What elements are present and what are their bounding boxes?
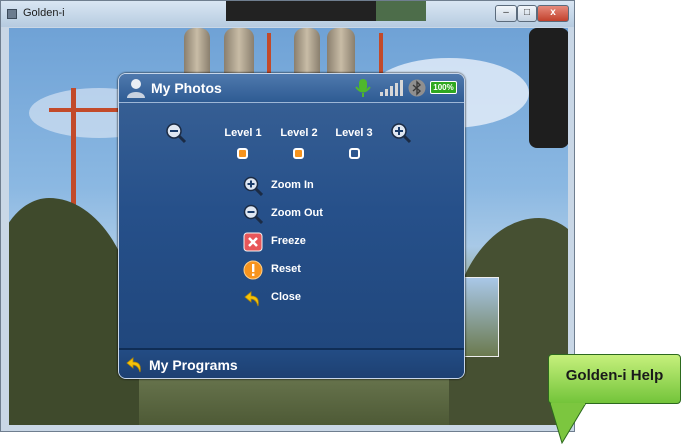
zoom-out-icon: [243, 204, 263, 224]
golden-i-help-button[interactable]: Golden-i Help: [548, 354, 681, 404]
battery-indicator: 100%: [430, 81, 457, 94]
window-title: Golden-i: [23, 7, 65, 19]
freeze-menu-item[interactable]: Freeze: [243, 232, 383, 254]
level-1-checkbox[interactable]: [237, 148, 248, 159]
menu-label: Zoom In: [271, 179, 314, 191]
level-2-checkbox[interactable]: [293, 148, 304, 159]
app-window: Golden-i – □ x My Photos 100% Level 1 Le…: [0, 0, 575, 432]
panel-header: My Photos 100%: [119, 74, 464, 103]
close-window-button[interactable]: x: [537, 5, 569, 22]
title-bar-overlay: [226, 1, 426, 21]
signal-strength-icon: [380, 80, 403, 96]
zoom-in-icon[interactable]: [390, 122, 412, 144]
my-programs-button[interactable]: My Programs: [119, 348, 464, 378]
title-bar[interactable]: Golden-i – □ x: [1, 1, 574, 27]
reset-menu-item[interactable]: Reset: [243, 260, 383, 282]
my-photos-panel: My Photos 100% Level 1 Level 2 Level 3 Z…: [118, 73, 465, 379]
back-arrow-icon: [126, 357, 141, 373]
user-icon: [127, 79, 145, 98]
minimize-button[interactable]: –: [495, 5, 517, 22]
bluetooth-icon: [408, 79, 426, 97]
app-icon: [7, 9, 17, 19]
street-lamp: [529, 28, 568, 148]
freeze-icon: [243, 232, 263, 252]
zoom-out-icon[interactable]: [165, 122, 187, 144]
footer-label: My Programs: [149, 357, 238, 373]
level-1-label: Level 1: [224, 127, 262, 139]
crane: [49, 108, 119, 112]
menu-label: Freeze: [271, 235, 306, 247]
level-3-label: Level 3: [335, 127, 373, 139]
level-3-checkbox[interactable]: [349, 148, 360, 159]
level-2-label: Level 2: [280, 127, 318, 139]
menu-label: Reset: [271, 263, 301, 275]
zoom-in-menu-item[interactable]: Zoom In: [243, 176, 383, 198]
panel-title: My Photos: [151, 80, 222, 96]
close-menu-item[interactable]: Close: [243, 288, 383, 310]
zoom-out-menu-item[interactable]: Zoom Out: [243, 204, 383, 226]
menu-label: Close: [271, 291, 301, 303]
maximize-button[interactable]: □: [517, 5, 537, 22]
crane: [379, 33, 383, 73]
warning-icon: [243, 260, 263, 280]
menu-label: Zoom Out: [271, 207, 323, 219]
microphone-icon: [355, 79, 371, 97]
zoom-in-icon: [243, 176, 263, 196]
help-callout-tail: [549, 403, 587, 444]
help-label: Golden-i Help: [565, 367, 664, 384]
back-arrow-icon: [244, 291, 259, 307]
